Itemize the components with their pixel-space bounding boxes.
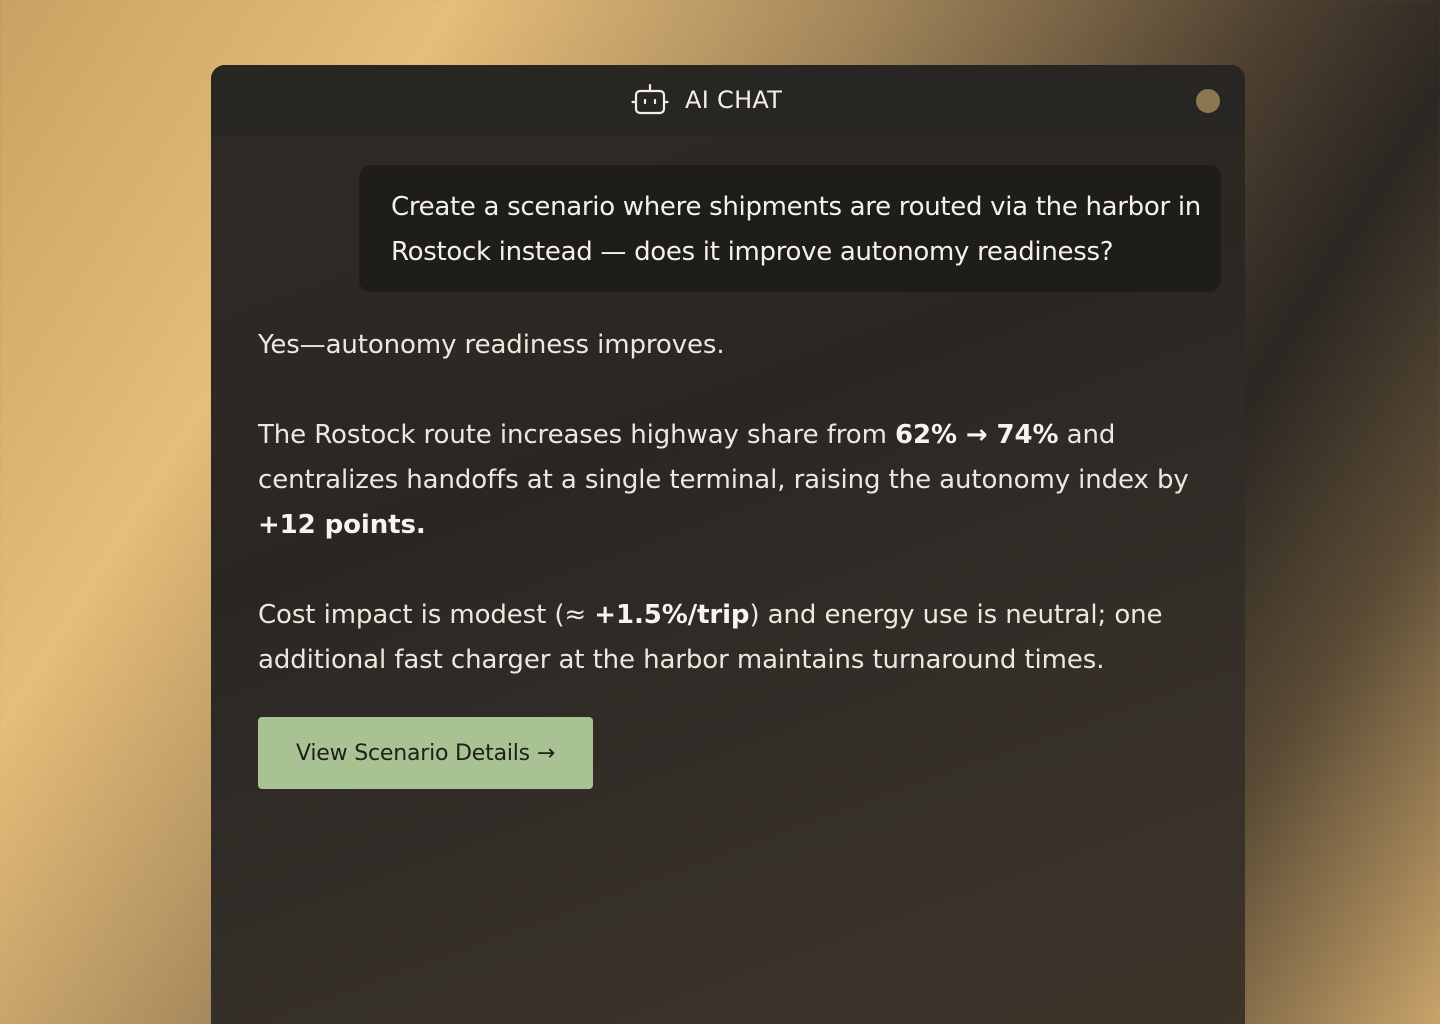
highway-share-value: 62% → 74% — [895, 420, 1059, 450]
assistant-summary: Yes—autonomy readiness improves. — [258, 330, 725, 360]
assistant-paragraph-cost: Cost impact is modest (≈ +1.5%/trip) and… — [258, 593, 1218, 683]
header-title-group: AI CHAT — [631, 82, 782, 118]
view-scenario-details-button[interactable]: View Scenario Details → — [258, 717, 593, 789]
chat-header: AI CHAT — [211, 65, 1245, 135]
assistant-text: Cost impact is modest (≈ — [258, 600, 595, 630]
user-message: Create a scenario where shipments are ro… — [359, 165, 1221, 292]
chat-title: AI CHAT — [685, 86, 783, 114]
user-message-text: Create a scenario where shipments are ro… — [391, 192, 1201, 267]
assistant-paragraph-highway: The Rostock route increases highway shar… — [258, 413, 1218, 548]
robot-icon — [631, 83, 669, 115]
window-control-dot[interactable] — [1196, 89, 1220, 113]
assistant-text: The Rostock route increases highway shar… — [258, 420, 895, 450]
cost-impact-value: +1.5%/trip — [594, 600, 750, 630]
assistant-message: Yes—autonomy readiness improves. The Ros… — [258, 323, 1218, 728]
autonomy-index-change: +12 points. — [258, 510, 426, 540]
chat-window: AI CHAT Create a scenario where shipment… — [211, 65, 1245, 1024]
